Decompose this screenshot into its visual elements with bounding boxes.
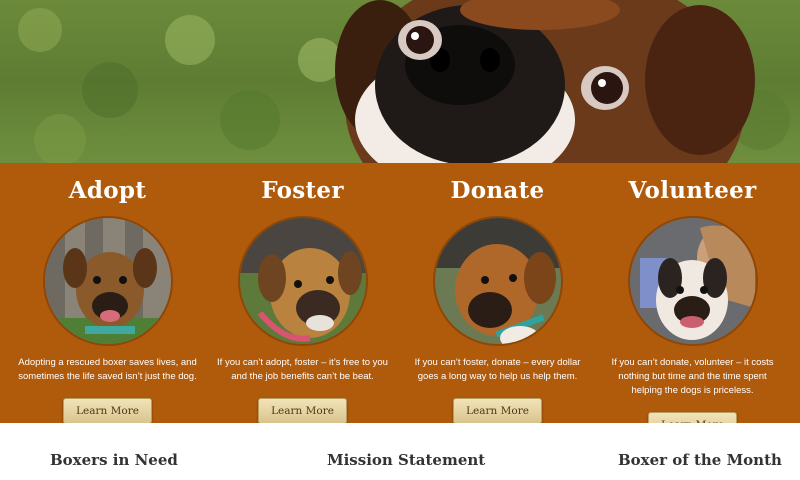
- feature-title: Donate: [450, 177, 545, 204]
- donate-learn-more-button[interactable]: Learn More: [453, 398, 542, 424]
- feature-title: Volunteer: [628, 177, 757, 204]
- hero-banner: [0, 0, 800, 163]
- feature-volunteer: Volunteer If you can’t donate, volunteer…: [595, 163, 790, 438]
- feature-foster: Foster If you can’t adopt, foster – it’s…: [205, 163, 400, 424]
- adopt-learn-more-button[interactable]: Learn More: [63, 398, 152, 424]
- boxers-in-need-heading: Boxers in Need: [50, 451, 178, 469]
- boxer-of-month-heading: Boxer of the Month: [618, 451, 782, 469]
- adopt-dog-photo: [42, 216, 173, 346]
- feature-adopt: Adopt Adopting a rescued boxer saves liv…: [10, 163, 205, 424]
- feature-text: If you can’t donate, volunteer – it cost…: [611, 357, 774, 396]
- feature-text: Adopting a rescued boxer saves lives, an…: [18, 357, 197, 382]
- feature-title: Adopt: [68, 177, 147, 204]
- foster-learn-more-button[interactable]: Learn More: [258, 398, 347, 424]
- foster-dog-photo: [237, 216, 368, 346]
- mission-statement-heading: Mission Statement: [327, 451, 486, 469]
- features-band: Adopt Adopting a rescued boxer saves liv…: [0, 163, 800, 438]
- volunteer-dog-photo: [627, 216, 758, 346]
- hero-boxer-image: [18, 0, 790, 163]
- sections-row: Boxers in Need Mission Statement Boxer o…: [0, 423, 800, 480]
- feature-text: If you can’t foster, donate – every doll…: [414, 357, 581, 382]
- donate-dog-photo: [432, 216, 563, 346]
- feature-text: If you can’t adopt, foster – it’s free t…: [217, 357, 388, 382]
- feature-donate: Donate If you can’t foster, donate – eve…: [400, 163, 595, 424]
- feature-title: Foster: [261, 177, 344, 204]
